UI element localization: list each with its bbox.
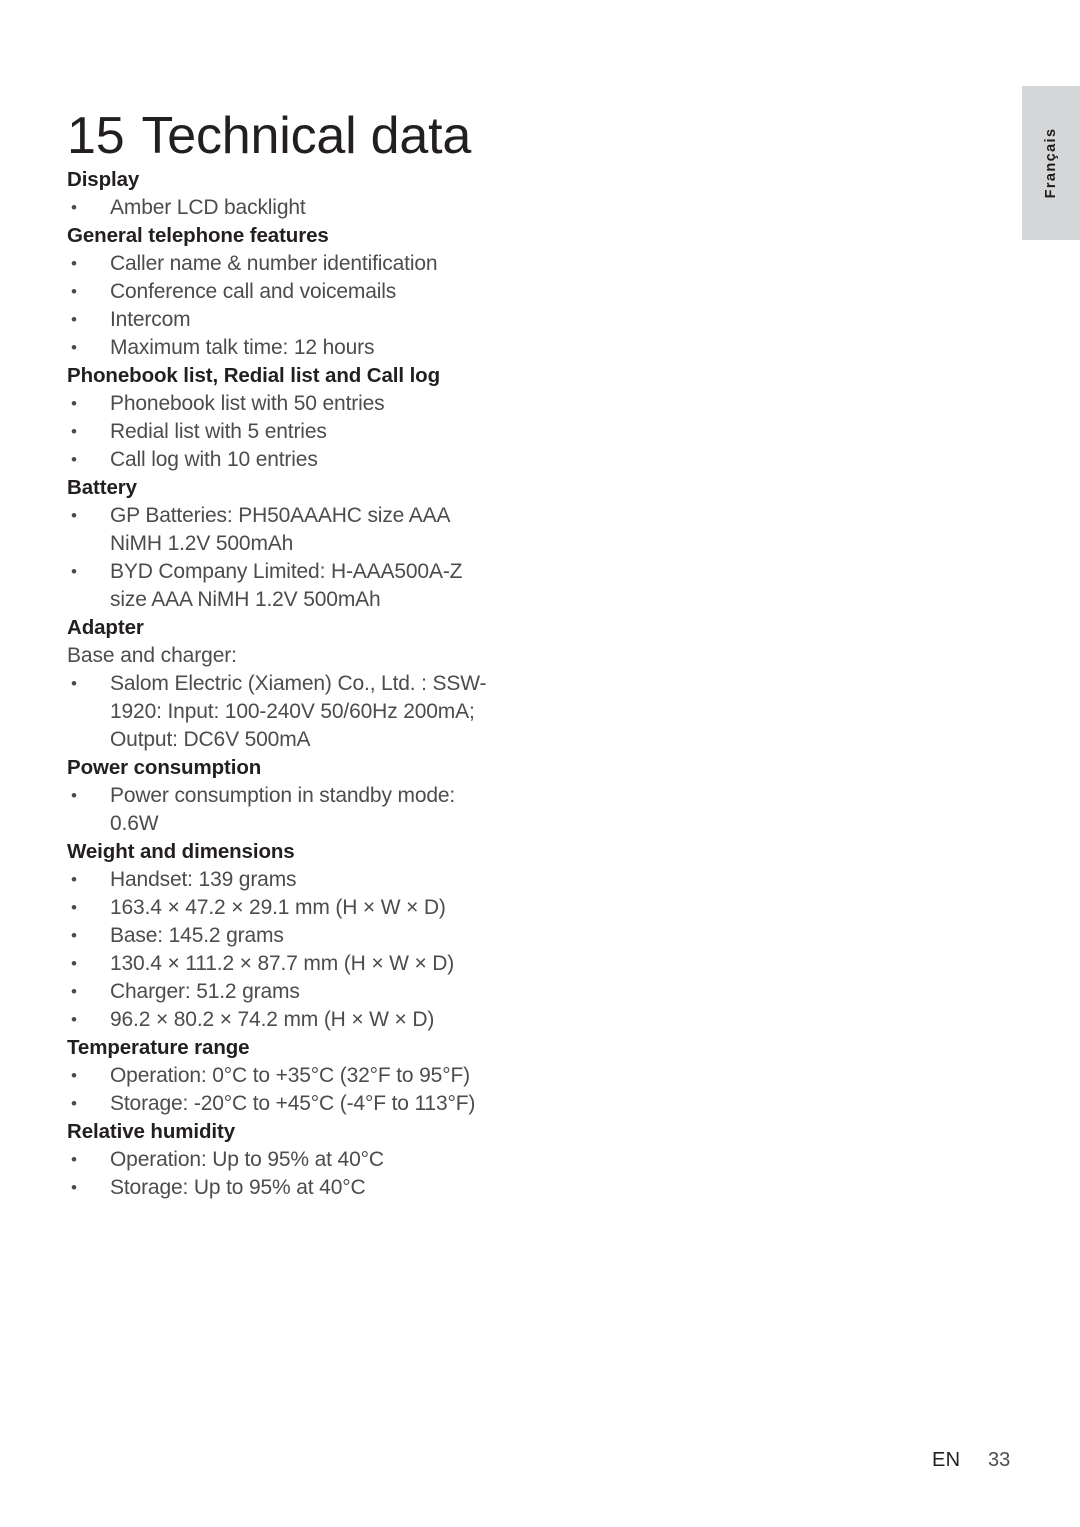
bullet-icon: • [71, 198, 77, 217]
spec-bullet-text: Maximum talk time: 12 hours [110, 336, 375, 359]
spec-plain-line: Base and charger: [67, 644, 237, 667]
section-heading: Adapter [67, 616, 144, 639]
section-heading: Power consumption [67, 756, 262, 779]
section-heading: General telephone features [67, 224, 329, 247]
spec-bullet-text: Caller name & number identification [110, 252, 438, 275]
section-heading: Battery [67, 476, 137, 499]
footer-page-number: 33 [988, 1449, 1011, 1471]
spec-bullet-text: Storage: Up to 95% at 40°C [110, 1176, 366, 1199]
bullet-icon: • [71, 1094, 77, 1113]
spec-bullet-text: Amber LCD backlight [110, 196, 306, 219]
spec-bullet-item: • 163.4 × 47.2 × 29.1 mm (H × W × D) [67, 894, 537, 922]
bullet-icon: • [71, 1178, 77, 1197]
spec-bullet-item: • Caller name & number identification [67, 250, 537, 278]
spec-bullet-text: Power consumption in standby mode: [110, 784, 456, 807]
spec-bullet-item: • Phonebook list with 50 entries [67, 390, 537, 418]
bullet-icon: • [71, 870, 77, 889]
spec-bullet-item: • Storage: -20°C to +45°C (-4°F to 113°F) [67, 1090, 537, 1118]
spec-bullet-item: • Salom Electric (Xiamen) Co., Ltd. : SSW… [67, 670, 537, 698]
spec-bullet-item: • Power consumption in standby mode: [67, 782, 537, 810]
chapter-number: 15 [67, 106, 125, 165]
chapter-title: Technical data [141, 106, 472, 165]
spec-bullet-text: 130.4 × 111.2 × 87.7 mm (H × W × D) [110, 952, 455, 975]
language-tab-francais[interactable]: Français [1022, 86, 1080, 240]
spec-bullet-item: • BYD Company Limited: H-AAA500A-Z [67, 558, 537, 586]
bullet-icon: • [71, 982, 77, 1001]
bullet-icon: • [71, 954, 77, 973]
spec-bullet-continuation: Output: DC6V 500mA [110, 728, 311, 751]
bullet-icon: • [71, 898, 77, 917]
spec-bullet-text: Base: 145.2 grams [110, 924, 284, 947]
bullet-icon: • [71, 506, 77, 525]
spec-bullet-item: • Redial list with 5 entries [67, 418, 537, 446]
spec-bullet-text: Redial list with 5 entries [110, 420, 327, 443]
bullet-icon: • [71, 1066, 77, 1085]
spec-bullet-text: Call log with 10 entries [110, 448, 318, 471]
section-heading: Temperature range [67, 1036, 250, 1059]
bullet-icon: • [71, 310, 77, 329]
spec-bullet-text: Intercom [110, 308, 191, 331]
spec-bullet-continuation: size AAA NiMH 1.2V 500mAh [110, 588, 381, 611]
bullet-icon: • [71, 1150, 77, 1169]
spec-bullet-item: • Operation: 0°C to +35°C (32°F to 95°F) [67, 1062, 537, 1090]
spec-bullet-text: Storage: -20°C to +45°C (-4°F to 113°F) [110, 1092, 476, 1115]
spec-bullet-text: 96.2 × 80.2 × 74.2 mm (H × W × D) [110, 1008, 435, 1031]
spec-bullet-text: Handset: 139 grams [110, 868, 297, 891]
section-heading: Phonebook list, Redial list and Call log [67, 364, 441, 387]
section-heading: Relative humidity [67, 1120, 236, 1143]
spec-bullet-text: BYD Company Limited: H-AAA500A-Z [110, 560, 463, 583]
spec-bullet-continuation: NiMH 1.2V 500mAh [110, 532, 294, 555]
bullet-icon: • [71, 338, 77, 357]
page-footer: EN 33 [0, 1449, 1080, 1479]
bullet-icon: • [71, 282, 77, 301]
bullet-icon: • [71, 926, 77, 945]
bullet-icon: • [71, 674, 77, 693]
bullet-icon: • [71, 786, 77, 805]
spec-bullet-text: Operation: 0°C to +35°C (32°F to 95°F) [110, 1064, 470, 1087]
spec-bullet-item: • 96.2 × 80.2 × 74.2 mm (H × W × D) [67, 1006, 537, 1034]
spec-bullet-item: • Intercom [67, 306, 537, 334]
bullet-icon: • [71, 562, 77, 581]
spec-bullet-text: Conference call and voicemails [110, 280, 397, 303]
bullet-icon: • [71, 1010, 77, 1029]
bullet-icon: • [71, 254, 77, 273]
spec-bullet-item: • Maximum talk time: 12 hours [67, 334, 537, 362]
spec-bullet-item: • Handset: 139 grams [67, 866, 537, 894]
spec-bullet-continuation: 0.6W [110, 812, 159, 835]
spec-bullet-item: • 130.4 × 111.2 × 87.7 mm (H × W × D) [67, 950, 537, 978]
spec-bullet-text: Phonebook list with 50 entries [110, 392, 385, 415]
spec-bullet-item: • Storage: Up to 95% at 40°C [67, 1174, 537, 1202]
spec-bullet-item: • Amber LCD backlight [67, 194, 537, 222]
section-heading: Display [67, 168, 140, 191]
spec-bullet-text: Salom Electric (Xiamen) Co., Ltd. : SSW- [110, 672, 487, 695]
spec-bullet-text: GP Batteries: PH50AAAHC size AAA [110, 504, 451, 527]
spec-bullet-item: • Call log with 10 entries [67, 446, 537, 474]
language-tab-label: Français [1043, 127, 1059, 199]
technical-data-content: Display • Amber LCD backlight General telep… [67, 166, 537, 1202]
bullet-icon: • [71, 394, 77, 413]
spec-bullet-item: • GP Batteries: PH50AAAHC size AAA [67, 502, 537, 530]
bullet-icon: • [71, 422, 77, 441]
spec-bullet-item: • Charger: 51.2 grams [67, 978, 537, 1006]
spec-bullet-text: Operation: Up to 95% at 40°C [110, 1148, 384, 1171]
spec-bullet-text: 163.4 × 47.2 × 29.1 mm (H × W × D) [110, 896, 446, 919]
section-heading: Weight and dimensions [67, 840, 295, 863]
footer-language-code: EN [932, 1449, 961, 1471]
spec-bullet-item: • Conference call and voicemails [67, 278, 537, 306]
spec-bullet-item: • Operation: Up to 95% at 40°C [67, 1146, 537, 1174]
bullet-icon: • [71, 450, 77, 469]
spec-bullet-continuation: 1920: Input: 100-240V 50/60Hz 200mA; [110, 700, 475, 723]
page-title: 15 Technical data [67, 106, 471, 166]
spec-bullet-text: Charger: 51.2 grams [110, 980, 300, 1003]
spec-bullet-item: • Base: 145.2 grams [67, 922, 537, 950]
